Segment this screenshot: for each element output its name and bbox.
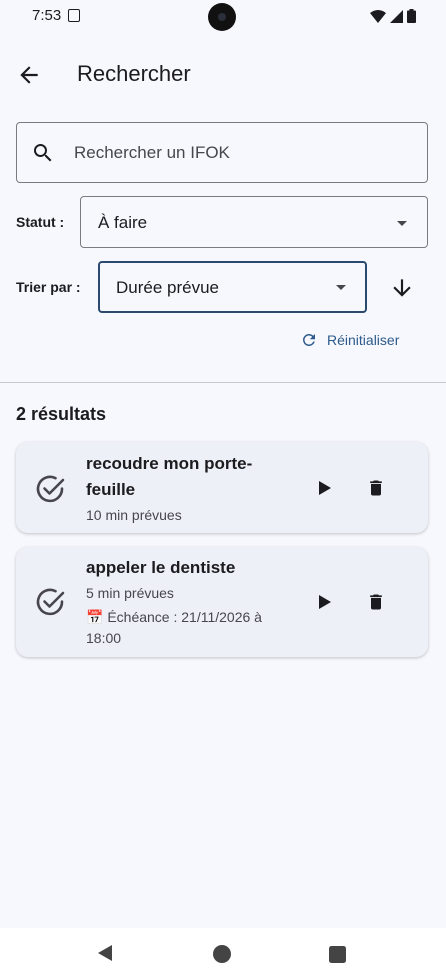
nav-recents-icon[interactable] (329, 946, 346, 963)
dropdown-caret-icon (397, 221, 407, 226)
check-circle-icon (36, 475, 65, 503)
task-duration: 5 min prévues (86, 585, 174, 601)
page-title: Rechercher (77, 61, 191, 86)
search-input[interactable]: Rechercher un IFOK (16, 122, 428, 183)
battery-icon (407, 9, 416, 23)
dropdown-caret-icon (336, 285, 346, 290)
trash-icon (370, 594, 382, 610)
status-select-value: À faire (98, 213, 148, 232)
nav-home-icon[interactable] (212, 944, 232, 964)
status-select[interactable]: À faire (80, 196, 428, 248)
play-button[interactable] (316, 479, 334, 497)
sort-select[interactable]: Durée prévue (98, 261, 367, 313)
results-count: 2 résultats (16, 404, 107, 424)
sort-direction-button[interactable] (389, 275, 415, 301)
play-icon (319, 595, 331, 609)
status-icons (370, 9, 416, 23)
wifi-icon (370, 9, 386, 23)
system-nav-bar (0, 928, 446, 974)
task-due-date: 18:00 (86, 630, 122, 646)
signal-icon (390, 9, 403, 23)
task-card[interactable]: recoudre mon porte- feuille 10 min prévu… (16, 442, 428, 533)
reset-button[interactable]: Réinitialiser (300, 328, 399, 352)
search-icon (34, 144, 52, 162)
sort-select-value: Durée prévue (116, 278, 220, 297)
task-due-date: 📅 Échéance : 21/11/2026 à (86, 609, 262, 625)
status-bar: 7:53 (0, 0, 446, 34)
divider (0, 382, 446, 383)
task-duration: 10 min prévues (86, 507, 182, 523)
arrow-left-icon (20, 66, 38, 84)
trash-icon (370, 480, 382, 496)
delete-button[interactable] (366, 591, 386, 613)
back-button[interactable] (16, 62, 42, 88)
task-card[interactable]: appeler le dentiste 5 min prévues 📅 Éché… (16, 547, 428, 657)
play-icon (319, 481, 331, 495)
sort-filter-label: Trier par : (16, 279, 81, 295)
delete-button[interactable] (366, 477, 386, 499)
refresh-icon (302, 334, 315, 346)
check-circle-icon (36, 588, 65, 616)
task-title: appeler le dentiste (86, 558, 236, 577)
sim-card-icon (68, 9, 80, 22)
search-placeholder: Rechercher un IFOK (74, 143, 230, 162)
play-button[interactable] (316, 593, 334, 611)
reset-label: Réinitialiser (327, 332, 400, 348)
arrow-down-icon (393, 279, 411, 297)
status-time: 7:53 (32, 7, 62, 24)
camera-cutout (208, 3, 236, 31)
app-bar: Rechercher (0, 50, 446, 98)
nav-back-icon[interactable] (96, 944, 114, 962)
status-filter-label: Statut : (16, 214, 65, 230)
task-title: feuille (86, 480, 136, 499)
task-title: recoudre mon porte- (86, 454, 253, 473)
